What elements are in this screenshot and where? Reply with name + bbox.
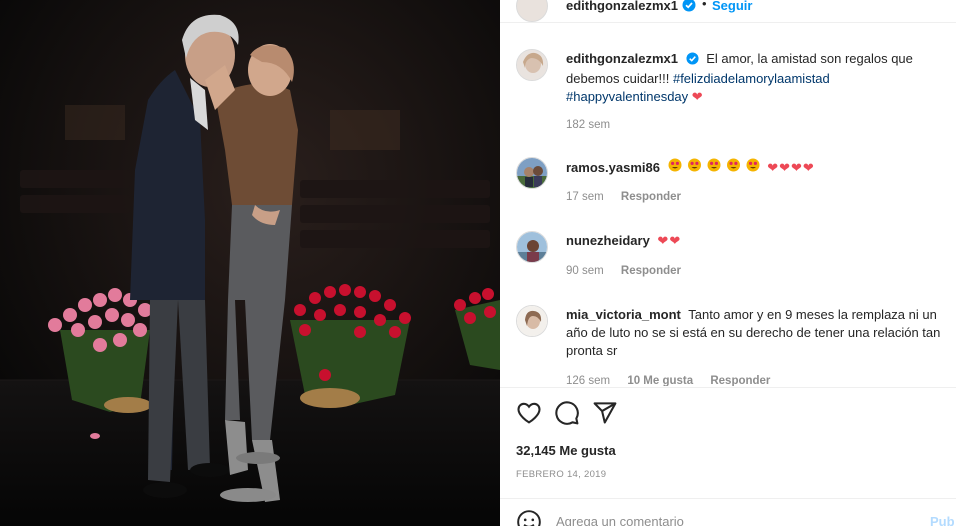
comment-age[interactable]: 126 sem: [566, 375, 610, 386]
comment-age[interactable]: 90 sem: [566, 265, 604, 277]
follow-button[interactable]: Seguir: [712, 0, 752, 13]
comment-likes[interactable]: 10 Me gusta: [627, 375, 693, 386]
commenter-username[interactable]: mia_victoria_mont: [566, 307, 681, 322]
post-details-panel: edithgonzalezmx1 • Seguir edithgonzalezm…: [500, 0, 956, 526]
verified-badge-icon: [686, 52, 699, 70]
reply-button[interactable]: Responder: [621, 265, 681, 277]
heart-outline-icon[interactable]: [516, 400, 542, 426]
commenter-avatar[interactable]: [516, 231, 548, 263]
verified-badge-icon: [682, 0, 696, 17]
author-avatar[interactable]: [516, 0, 548, 22]
comment-meta: 126 sem 10 Me gusta Responder: [566, 375, 784, 386]
comment-bubble-icon[interactable]: [554, 400, 580, 426]
add-comment-bar: Agrega un comentario Pub: [500, 499, 956, 526]
commenter-avatar[interactable]: [516, 305, 548, 337]
caption-username[interactable]: edithgonzalezmx1: [566, 51, 678, 66]
caption-avatar[interactable]: [516, 49, 548, 81]
post-date[interactable]: FEBRERO 14, 2019: [516, 469, 606, 480]
commenter-username[interactable]: nunezheidary: [566, 233, 650, 248]
hashtag-link[interactable]: #happyvalentinesday: [566, 89, 688, 104]
red-heart-icon: ❤❤❤❤: [767, 160, 815, 175]
actions-divider: [500, 387, 956, 388]
paper-plane-icon[interactable]: [592, 400, 618, 426]
comment-age[interactable]: 17 sem: [566, 191, 604, 203]
likes-count[interactable]: 32,145 Me gusta: [516, 443, 616, 458]
red-heart-icon: ❤: [691, 89, 703, 104]
separator-dot: •: [702, 0, 707, 11]
red-heart-icon: ❤❤: [657, 233, 682, 248]
comments-list[interactable]: edithgonzalezmx1 El amor, la amistad son…: [500, 23, 956, 386]
reply-button[interactable]: Responder: [710, 375, 770, 386]
caption-meta: 182 sem: [566, 119, 624, 131]
author-username[interactable]: edithgonzalezmx1: [566, 0, 678, 13]
comment-meta: 17 sem Responder: [566, 191, 695, 203]
commenter-username[interactable]: ramos.yasmi86: [566, 160, 660, 175]
publish-button[interactable]: Pub: [930, 514, 955, 526]
couple-kissing-stage-image: [0, 0, 500, 526]
smiley-icon[interactable]: [516, 509, 542, 526]
reply-button[interactable]: Responder: [621, 191, 681, 203]
heart-eyes-emoji-icon: [668, 158, 768, 175]
caption-age[interactable]: 182 sem: [566, 119, 610, 131]
comment-meta: 90 sem Responder: [566, 265, 695, 277]
comment-input[interactable]: Agrega un comentario: [556, 514, 684, 526]
hashtag-link[interactable]: #felizdiadelamorylaamistad: [673, 71, 830, 86]
post-photo[interactable]: [0, 0, 500, 526]
post-header: edithgonzalezmx1 • Seguir: [500, 0, 956, 22]
commenter-avatar[interactable]: [516, 157, 548, 189]
